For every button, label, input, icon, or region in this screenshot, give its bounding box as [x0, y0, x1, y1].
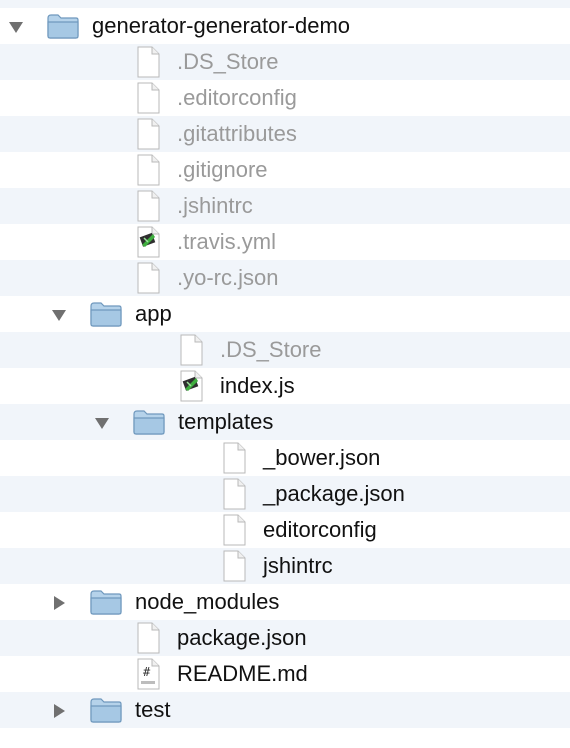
tree-row-file[interactable]: editorconfig — [0, 512, 570, 548]
tree-row-folder[interactable]: generator-generator-demo — [0, 8, 570, 44]
document-icon — [135, 46, 161, 78]
folder-icon — [89, 588, 123, 616]
tree-item-label: .DS_Store — [177, 49, 279, 74]
document-icon — [135, 622, 161, 654]
tree-item-label: .travis.yml — [177, 229, 276, 254]
tree-item-label: README.md — [177, 661, 308, 686]
tree-row-file[interactable]: .DS_Store — [0, 332, 570, 368]
tree-item-label: .yo-rc.json — [177, 265, 279, 290]
document-icon — [135, 190, 161, 222]
document-icon — [221, 442, 247, 474]
tree-row-folder[interactable]: test — [0, 692, 570, 728]
tree-item-label: .editorconfig — [177, 85, 297, 110]
tree-row-file[interactable]: jshintrc — [0, 548, 570, 584]
tree-row-file[interactable]: .gitignore — [0, 152, 570, 188]
document-icon — [135, 118, 161, 150]
tree-row-file[interactable]: _bower.json — [0, 440, 570, 476]
disclosure-expanded-icon[interactable] — [51, 307, 67, 323]
folder-icon — [132, 408, 166, 436]
tree-row-file[interactable]: .travis.yml — [0, 224, 570, 260]
tree-item-label: _bower.json — [263, 445, 381, 470]
tree-item-label: jshintrc — [263, 553, 333, 578]
script-file-icon — [178, 370, 204, 402]
tree-row-file[interactable]: .DS_Store — [0, 44, 570, 80]
tree-item-label: .gitignore — [177, 157, 268, 182]
tree-item-label: package.json — [177, 625, 307, 650]
file-tree: generator-generator-demo .DS_Store .editor… — [0, 0, 570, 748]
document-icon — [221, 550, 247, 582]
tree-item-label: node_modules — [135, 589, 280, 614]
document-icon — [178, 334, 204, 366]
document-icon — [135, 82, 161, 114]
tree-item-label: .jshintrc — [177, 193, 253, 218]
disclosure-expanded-icon[interactable] — [8, 19, 24, 35]
document-icon — [135, 262, 161, 294]
script-file-icon — [135, 226, 161, 258]
folder-icon — [89, 696, 123, 724]
document-icon — [221, 478, 247, 510]
tree-row-file[interactable]: .editorconfig — [0, 80, 570, 116]
tree-item-label: editorconfig — [263, 517, 377, 542]
document-icon — [135, 154, 161, 186]
tree-item-label: .DS_Store — [220, 337, 322, 362]
tree-row-file[interactable]: .yo-rc.json — [0, 260, 570, 296]
disclosure-collapsed-icon[interactable] — [51, 703, 67, 719]
tree-row-folder[interactable]: app — [0, 296, 570, 332]
tree-row-folder[interactable]: templates — [0, 404, 570, 440]
folder-icon — [89, 300, 123, 328]
tree-row-file[interactable]: _package.json — [0, 476, 570, 512]
tree-item-label: test — [135, 697, 171, 722]
tree-item-label: .gitattributes — [177, 121, 297, 146]
tree-item-label: app — [135, 301, 172, 326]
tree-row-file[interactable]: # README.md — [0, 656, 570, 692]
tree-row-file[interactable]: .jshintrc — [0, 188, 570, 224]
tree-item-label: generator-generator-demo — [92, 13, 351, 38]
folder-icon — [46, 12, 80, 40]
tree-row-file[interactable]: index.js — [0, 368, 570, 404]
tree-item-label: index.js — [220, 373, 295, 398]
tree-row-folder[interactable]: node_modules — [0, 584, 570, 620]
disclosure-expanded-icon[interactable] — [94, 415, 110, 431]
partial-row-above — [0, 0, 570, 8]
disclosure-collapsed-icon[interactable] — [51, 595, 67, 611]
svg-text:#: # — [143, 665, 151, 679]
tree-row-file[interactable]: .gitattributes — [0, 116, 570, 152]
document-icon — [221, 514, 247, 546]
tree-row-file[interactable]: package.json — [0, 620, 570, 656]
markdown-file-icon: # — [135, 658, 161, 690]
tree-item-label: templates — [178, 409, 274, 434]
tree-item-label: _package.json — [263, 481, 405, 506]
